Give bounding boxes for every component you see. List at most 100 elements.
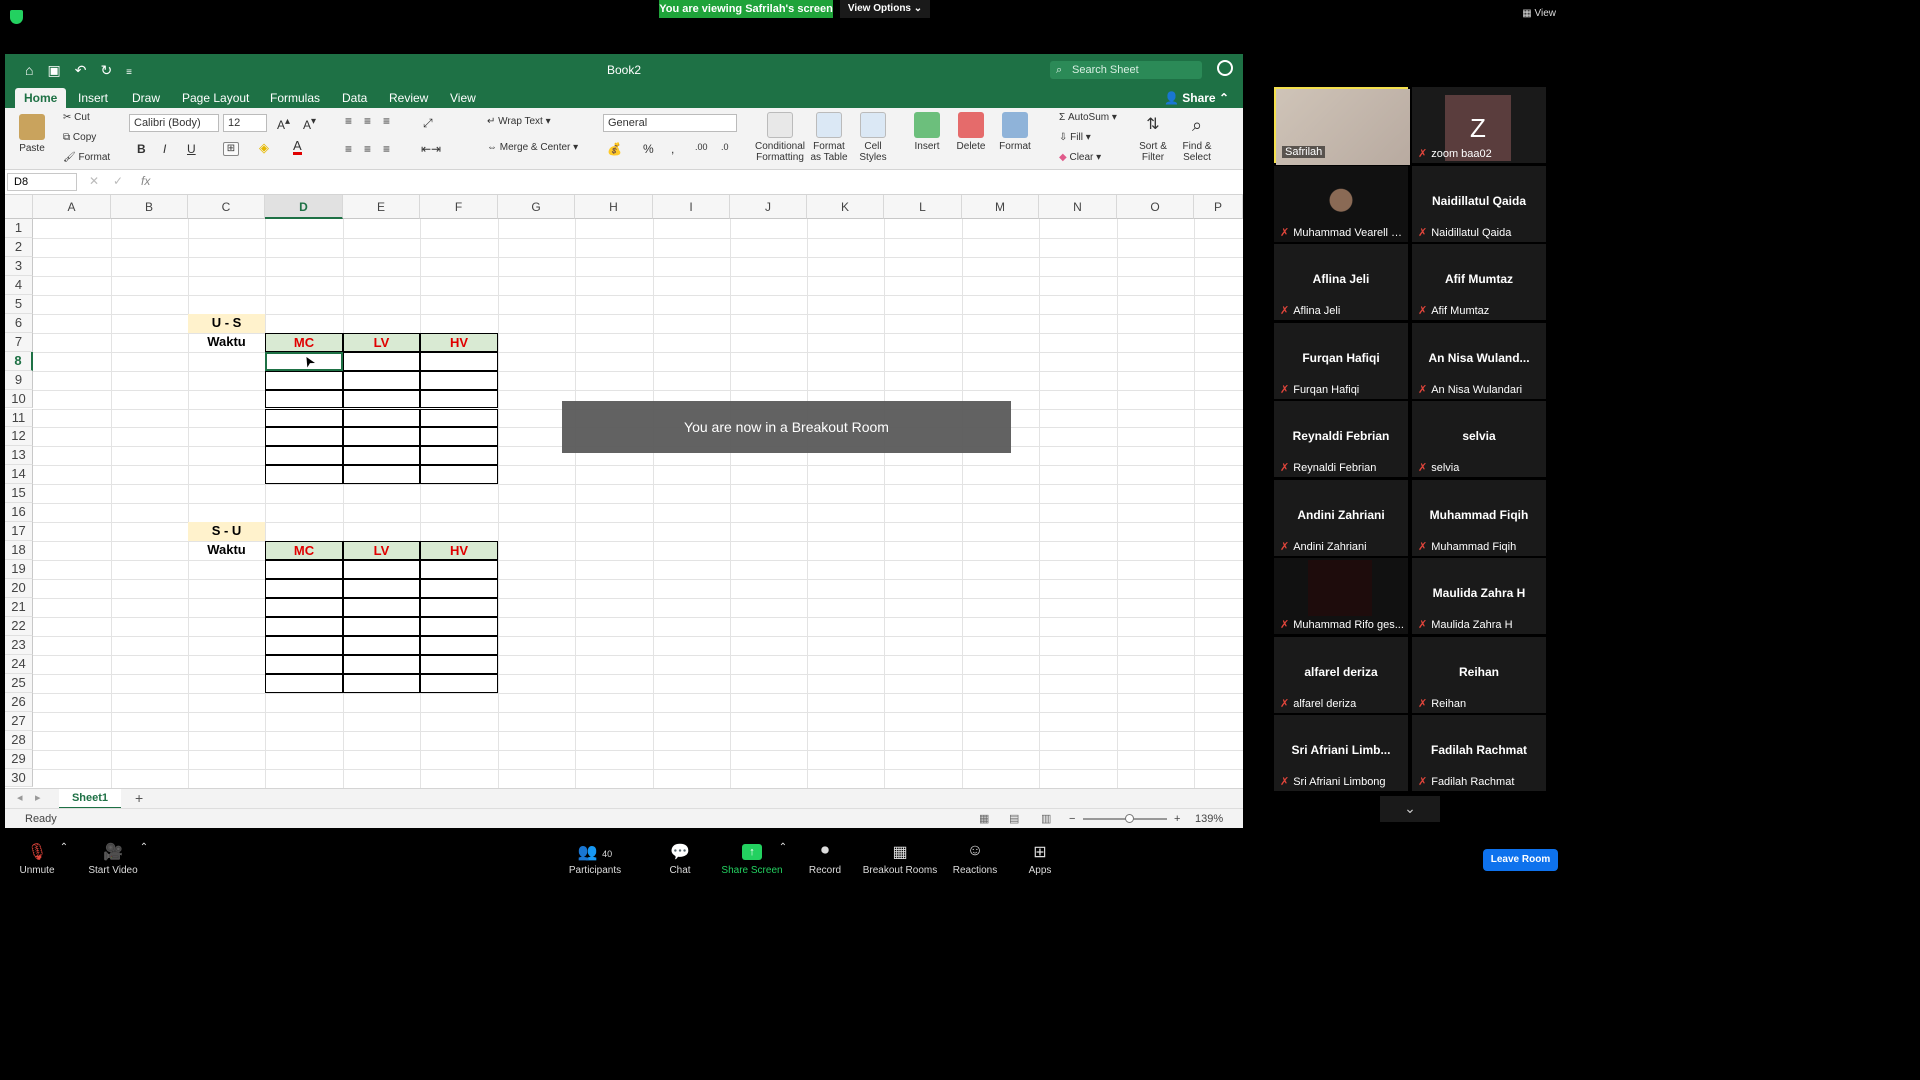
font-size-select[interactable]: 12: [223, 114, 267, 132]
row-header-20[interactable]: 20: [5, 579, 33, 598]
autosum-button[interactable]: Σ AutoSum ▾: [1059, 112, 1117, 123]
collapse-ribbon-icon[interactable]: ⌃: [1219, 91, 1229, 105]
table-cell[interactable]: [420, 408, 498, 428]
participant-tile[interactable]: Reynaldi Febrian ✗ Reynaldi Febrian: [1274, 401, 1408, 477]
row-header-13[interactable]: 13: [5, 446, 33, 466]
row-header-25[interactable]: 25: [5, 673, 33, 693]
name-box[interactable]: D8: [7, 173, 77, 191]
share-screen-button[interactable]: ↑ Share Screen: [720, 842, 784, 876]
confirm-entry-icon[interactable]: ✓: [113, 174, 123, 188]
number-format-select[interactable]: General: [603, 114, 737, 132]
row-header-8[interactable]: 8: [5, 351, 33, 371]
prev-sheet-icon[interactable]: ◂: [17, 791, 23, 804]
fill-color-icon[interactable]: ◈: [259, 140, 269, 156]
view-button[interactable]: ▦ View: [1522, 8, 1556, 19]
insert-cells-button[interactable]: Insert: [907, 112, 947, 152]
table-cell[interactable]: [420, 598, 498, 617]
column-header-c[interactable]: C: [188, 195, 265, 219]
table-cell[interactable]: [343, 465, 420, 485]
participant-tile[interactable]: selvia ✗ selvia: [1412, 401, 1546, 477]
participant-tile[interactable]: Afif Mumtaz ✗ Afif Mumtaz: [1412, 244, 1546, 320]
table-cell[interactable]: [420, 370, 498, 390]
format-painter-button[interactable]: 🖌 Format: [63, 152, 110, 163]
participant-tile[interactable]: Muhammad Fiqih ✗ Muhammad Fiqih: [1412, 479, 1546, 556]
row-header-3[interactable]: 3: [5, 256, 33, 276]
delete-cells-button[interactable]: Delete: [951, 112, 991, 152]
format-cells-button[interactable]: Format: [995, 112, 1035, 152]
row-header-10[interactable]: 10: [5, 389, 33, 409]
table-cell[interactable]: [343, 389, 420, 409]
tab-insert[interactable]: Insert: [69, 88, 117, 108]
increase-decimal-icon[interactable]: .00: [695, 142, 708, 152]
table-cell[interactable]: [343, 635, 420, 655]
decrease-font-icon[interactable]: A▾: [303, 116, 316, 132]
row-header-27[interactable]: 27: [5, 711, 33, 731]
select-all-corner[interactable]: [5, 195, 33, 219]
participants-button[interactable]: 👥 40 Participants: [564, 842, 626, 876]
row-header-4[interactable]: 4: [5, 275, 33, 295]
row-header-28[interactable]: 28: [5, 730, 33, 750]
column-header-o[interactable]: O: [1117, 195, 1194, 219]
participant-tile[interactable]: An Nisa Wuland... ✗ An Nisa Wulandari: [1412, 322, 1546, 399]
percent-button[interactable]: %: [643, 142, 654, 156]
next-sheet-icon[interactable]: ▸: [35, 791, 41, 804]
merge-center-button[interactable]: ⇔ Merge & Center ▾: [487, 142, 578, 153]
bold-button[interactable]: B: [137, 142, 146, 156]
table-cell[interactable]: [343, 427, 420, 447]
table-cell[interactable]: [265, 427, 343, 447]
copy-button[interactable]: ⧉ Copy: [63, 132, 96, 143]
chat-button[interactable]: 💬 Chat: [662, 842, 698, 876]
currency-icon[interactable]: 💰: [607, 142, 622, 156]
table-header-cell[interactable]: HV: [420, 332, 498, 352]
view-options-button[interactable]: View Options ⌄: [840, 0, 930, 18]
tab-review[interactable]: Review: [380, 88, 437, 108]
zoom-out-icon[interactable]: −: [1069, 809, 1075, 828]
breakout-rooms-button[interactable]: ▦ Breakout Rooms: [862, 842, 938, 876]
column-header-l[interactable]: L: [884, 195, 962, 219]
table-cell[interactable]: [420, 446, 498, 466]
table-cell[interactable]: [420, 654, 498, 674]
format-as-table-button[interactable]: Format as Table: [807, 112, 851, 163]
sort-filter-button[interactable]: ⇅ Sort & Filter: [1133, 112, 1173, 163]
row-header-6[interactable]: 6: [5, 313, 33, 333]
column-header-f[interactable]: F: [420, 195, 498, 219]
participant-tile[interactable]: Fadilah Rachmat ✗ Fadilah Rachmat: [1412, 715, 1546, 791]
increase-font-icon[interactable]: A▴: [277, 116, 290, 132]
table-cell[interactable]: [265, 560, 343, 580]
comma-button[interactable]: ,: [671, 142, 674, 156]
leave-room-button[interactable]: Leave Room: [1483, 849, 1558, 871]
table-cell[interactable]: [420, 579, 498, 598]
video-options-icon[interactable]: ⌃: [138, 842, 150, 853]
participant-tile[interactable]: Furqan Hafiqi ✗ Furqan Hafiqi: [1274, 322, 1408, 399]
zoom-in-icon[interactable]: +: [1174, 809, 1180, 828]
participant-tile[interactable]: Aflina Jeli ✗ Aflina Jeli: [1274, 244, 1408, 320]
table-cell[interactable]: [420, 616, 498, 636]
page-break-view-icon[interactable]: ▥: [1041, 809, 1051, 828]
row-header-1[interactable]: 1: [5, 219, 33, 238]
row-header-16[interactable]: 16: [5, 503, 33, 523]
table-cell[interactable]: [265, 579, 343, 598]
row-header-23[interactable]: 23: [5, 635, 33, 655]
row-header-9[interactable]: 9: [5, 370, 33, 390]
participant-tile[interactable]: Sri Afriani Limb... ✗ Sri Afriani Limbong: [1274, 715, 1408, 791]
vertical-align-icons[interactable]: ≡≡≡: [345, 114, 402, 128]
formula-input[interactable]: [165, 173, 1229, 191]
column-header-g[interactable]: G: [498, 195, 575, 219]
row-header-11[interactable]: 11: [5, 408, 33, 428]
decrease-decimal-icon[interactable]: .0: [721, 142, 729, 152]
cell-styles-button[interactable]: Cell Styles: [853, 112, 893, 163]
chevron-down-icon[interactable]: ⌄: [1380, 796, 1440, 822]
reactions-button[interactable]: ☺ Reactions: [950, 842, 1000, 876]
table-cell[interactable]: [265, 370, 343, 390]
table-cell[interactable]: [265, 673, 343, 693]
column-header-j[interactable]: J: [730, 195, 807, 219]
paste-button[interactable]: Paste: [15, 114, 49, 154]
font-name-select[interactable]: Calibri (Body): [129, 114, 219, 132]
row-header-29[interactable]: 29: [5, 749, 33, 769]
unmute-button[interactable]: 🎙 Unmute: [14, 842, 60, 876]
table-cell[interactable]: [265, 616, 343, 636]
row-header-15[interactable]: 15: [5, 484, 33, 504]
tab-view[interactable]: View: [441, 88, 485, 108]
table-header-cell[interactable]: LV: [343, 332, 420, 352]
participant-tile[interactable]: Safrilah: [1274, 87, 1410, 165]
